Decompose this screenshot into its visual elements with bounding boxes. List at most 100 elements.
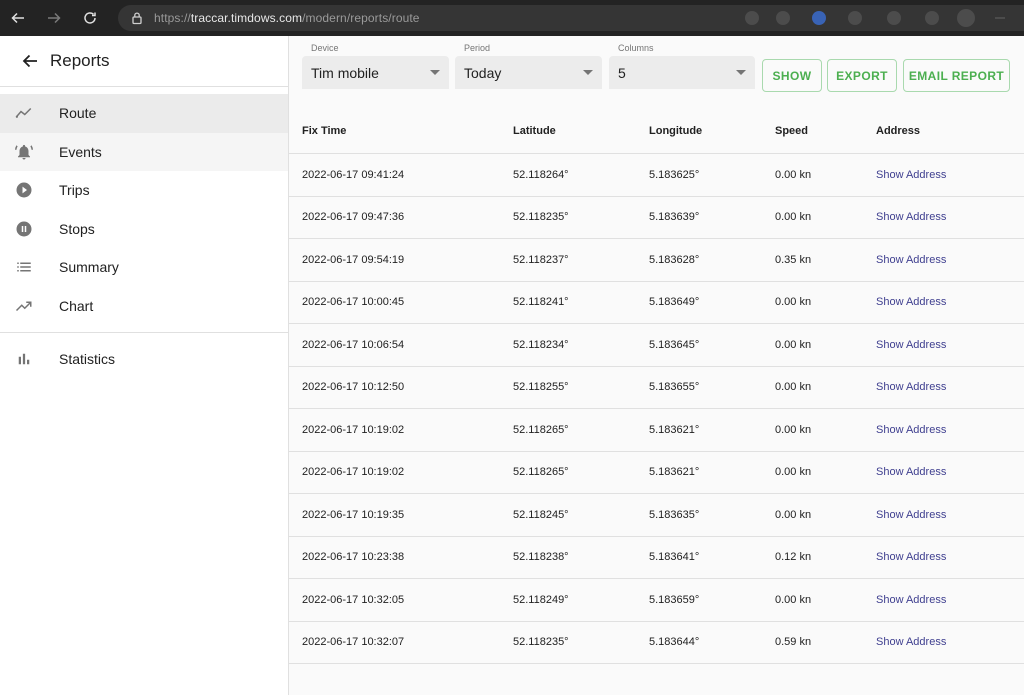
header-speed[interactable]: Speed: [775, 125, 808, 137]
columns-label: Columns: [618, 43, 654, 53]
show-address-link[interactable]: Show Address: [876, 466, 946, 478]
sidebar-item-statistics[interactable]: Statistics: [0, 340, 288, 379]
cell-latitude: 52.118245°: [513, 508, 569, 521]
table-row: 2022-06-17 10:19:02 52.118265° 5.183621° 0.…: [289, 409, 1024, 452]
cell-speed: 0.00 kn: [775, 338, 812, 351]
header-fix-time[interactable]: Fix Time: [302, 125, 346, 137]
show-address-link[interactable]: Show Address: [876, 296, 946, 308]
browser-back-button[interactable]: [0, 0, 36, 36]
export-button[interactable]: EXPORT: [827, 59, 897, 92]
cell-speed: 0.35 kn: [775, 253, 812, 266]
sidebar: Reports Route Events Trips Stops Summary…: [0, 36, 289, 695]
device-select[interactable]: Tim mobile: [302, 56, 449, 89]
cell-longitude: 5.183621°: [649, 423, 700, 436]
table-row: 2022-06-17 10:00:45 52.118241° 5.183649° 0.…: [289, 282, 1024, 324]
extension-icon[interactable]: [776, 11, 790, 25]
cell-longitude: 5.183649°: [649, 296, 700, 309]
cell-fix-time: 2022-06-17 10:32:07: [302, 636, 405, 649]
sidebar-item-summary[interactable]: Summary: [0, 248, 288, 287]
back-arrow-icon[interactable]: [20, 51, 40, 71]
cell-latitude: 52.118235°: [513, 636, 569, 649]
header-address[interactable]: Address: [876, 125, 920, 137]
show-address-link[interactable]: Show Address: [876, 169, 946, 181]
cell-fix-time: 2022-06-17 10:23:38: [302, 551, 405, 564]
show-address-link[interactable]: Show Address: [876, 254, 946, 266]
extension-icon[interactable]: [887, 11, 901, 25]
cell-speed: 0.00 kn: [775, 296, 812, 309]
table-row: 2022-06-17 10:06:54 52.118234° 5.183645° 0.…: [289, 324, 1024, 367]
period-select[interactable]: Today: [455, 56, 602, 89]
show-address-link[interactable]: Show Address: [876, 424, 946, 436]
cell-speed: 0.59 kn: [775, 636, 812, 649]
cell-speed: 0.12 kn: [775, 551, 812, 564]
show-address-link[interactable]: Show Address: [876, 211, 946, 223]
cell-latitude: 52.118237°: [513, 253, 569, 266]
cell-latitude: 52.118264°: [513, 168, 569, 181]
cell-fix-time: 2022-06-17 10:19:02: [302, 466, 405, 479]
caret-down-icon: [736, 70, 746, 75]
cell-speed: 0.00 kn: [775, 423, 812, 436]
cell-latitude: 52.118241°: [513, 296, 569, 309]
show-address-link[interactable]: Show Address: [876, 551, 946, 563]
profile-avatar[interactable]: [957, 9, 975, 27]
cell-longitude: 5.183621°: [649, 466, 700, 479]
cell-longitude: 5.183628°: [649, 253, 700, 266]
report-filters: Device Tim mobile Period Today Columns 5…: [289, 36, 1024, 96]
arrow-left-icon: [11, 12, 24, 24]
show-address-link[interactable]: Show Address: [876, 509, 946, 521]
extension-icon[interactable]: [812, 11, 826, 25]
table-body: 2022-06-17 09:41:24 52.118264° 5.183625° 0.…: [289, 154, 1024, 664]
sidebar-item-trips[interactable]: Trips: [0, 171, 288, 210]
sidebar-item-label: Stops: [59, 220, 95, 237]
table-row: 2022-06-17 10:23:38 52.118238° 5.183641° 0.…: [289, 537, 1024, 579]
header-longitude[interactable]: Longitude: [649, 125, 702, 137]
page-title: Reports: [50, 51, 110, 70]
cell-speed: 0.00 kn: [775, 168, 812, 181]
bar-chart-icon: [15, 350, 33, 368]
sidebar-item-stops[interactable]: Stops: [0, 210, 288, 249]
sidebar-divider: [0, 332, 288, 333]
caret-down-icon: [430, 70, 440, 75]
browser-forward-button[interactable]: [36, 0, 72, 36]
show-address-link[interactable]: Show Address: [876, 339, 946, 351]
cell-latitude: 52.118265°: [513, 466, 569, 479]
show-address-link[interactable]: Show Address: [876, 636, 946, 648]
cell-longitude: 5.183644°: [649, 636, 700, 649]
extension-icon[interactable]: [848, 11, 862, 25]
show-address-link[interactable]: Show Address: [876, 594, 946, 606]
columns-select[interactable]: 5: [609, 56, 755, 89]
extension-icon[interactable]: [745, 11, 759, 25]
device-field: Device Tim mobile: [302, 43, 449, 89]
sidebar-item-chart[interactable]: Chart: [0, 287, 288, 326]
header-latitude[interactable]: Latitude: [513, 125, 556, 137]
cell-fix-time: 2022-06-17 10:32:05: [302, 593, 405, 606]
route-icon: [15, 104, 33, 122]
columns-value: 5: [618, 64, 626, 81]
table-row: 2022-06-17 09:47:36 52.118235° 5.183639° 0.…: [289, 197, 1024, 239]
cell-speed: 0.00 kn: [775, 381, 812, 394]
extension-icon[interactable]: [925, 11, 939, 25]
sidebar-item-route[interactable]: Route: [0, 94, 288, 133]
cell-longitude: 5.183635°: [649, 508, 700, 521]
show-button[interactable]: SHOW: [762, 59, 822, 92]
period-value: Today: [464, 64, 502, 81]
show-address-link[interactable]: Show Address: [876, 381, 946, 393]
report-nav: Route Events Trips Stops Summary Chart S…: [0, 87, 288, 379]
sidebar-item-label: Statistics: [59, 351, 116, 368]
menu-icon[interactable]: [995, 17, 1005, 19]
cell-fix-time: 2022-06-17 09:41:24: [302, 168, 405, 181]
sidebar-item-label: Trips: [59, 182, 90, 199]
reload-icon: [84, 12, 96, 24]
browser-reload-button[interactable]: [72, 0, 108, 36]
cell-speed: 0.00 kn: [775, 593, 812, 606]
table-row: 2022-06-17 10:12:50 52.118255° 5.183655° 0.…: [289, 367, 1024, 409]
device-value: Tim mobile: [311, 64, 379, 81]
sidebar-item-events[interactable]: Events: [0, 132, 288, 171]
sidebar-item-label: Events: [59, 143, 102, 160]
cell-fix-time: 2022-06-17 10:19:02: [302, 423, 405, 436]
browser-toolbar: https://traccar.timdows.com/modern/repor…: [0, 0, 1024, 36]
cell-longitude: 5.183659°: [649, 593, 700, 606]
table-row: 2022-06-17 10:19:35 52.118245° 5.183635° 0.…: [289, 494, 1024, 537]
play-circle-icon: [15, 181, 33, 199]
email-report-button[interactable]: EMAIL REPORT: [903, 59, 1010, 92]
